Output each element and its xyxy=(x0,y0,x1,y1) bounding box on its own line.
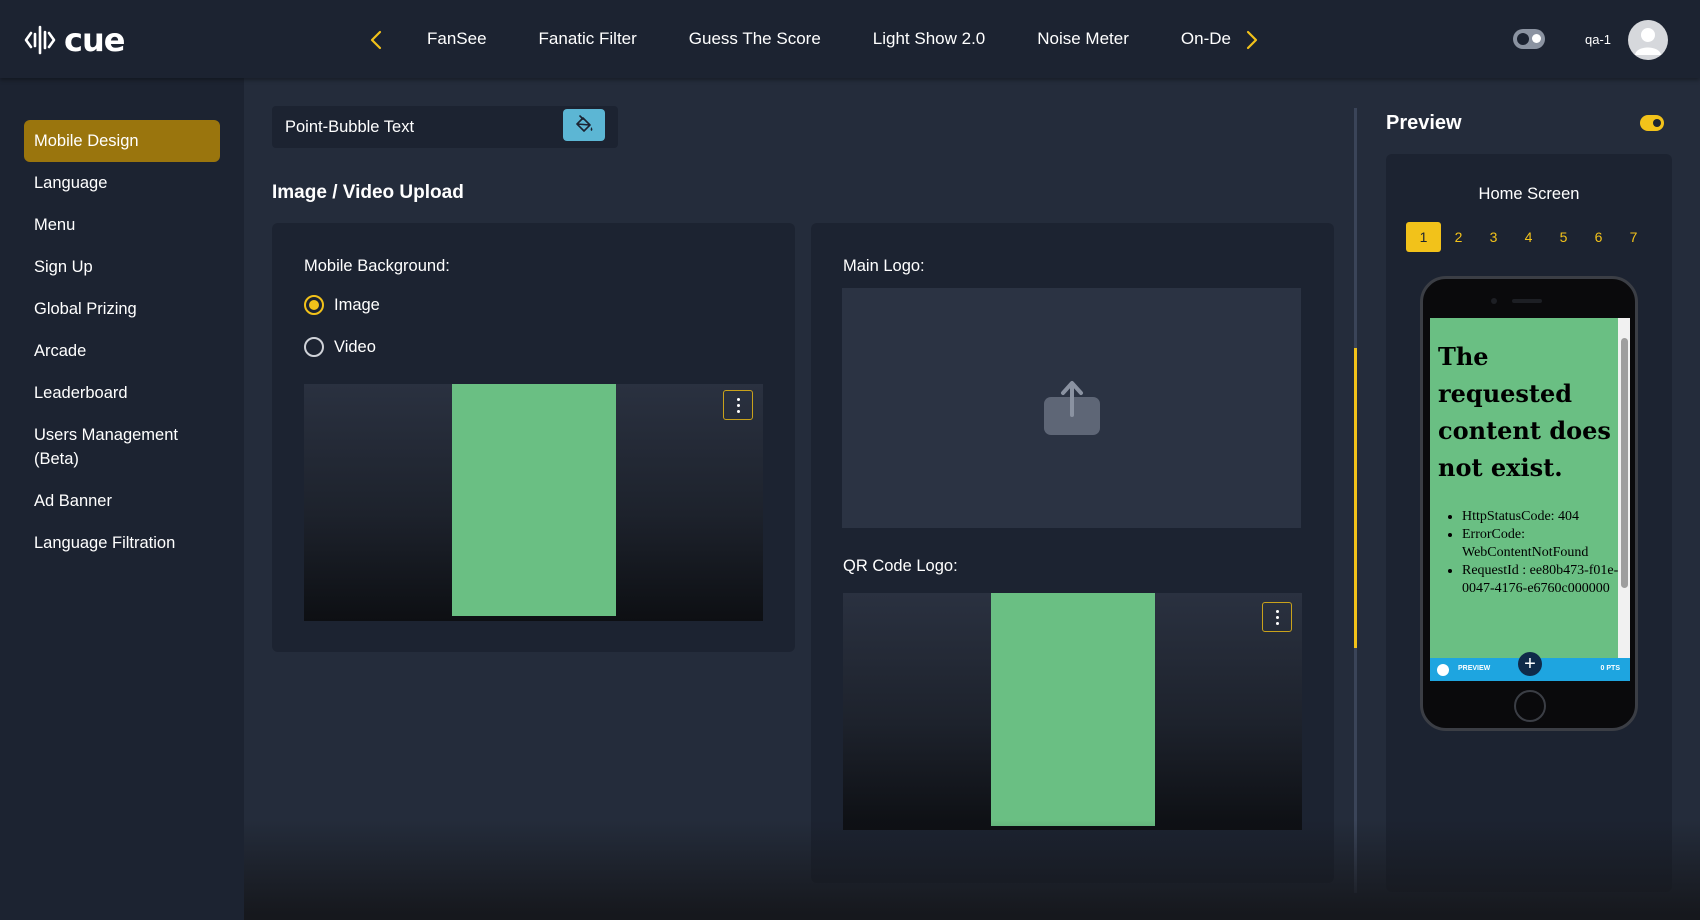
nav-next-button[interactable] xyxy=(1242,28,1262,52)
radio-video-label: Video xyxy=(334,337,376,356)
nav-item-fansee[interactable]: FanSee xyxy=(427,29,487,49)
radio-image-indicator xyxy=(304,295,324,315)
more-vertical-icon[interactable] xyxy=(1262,602,1292,632)
mobile-background-label: Mobile Background: xyxy=(304,257,450,275)
nav-item-light-show[interactable]: Light Show 2.0 xyxy=(873,29,985,49)
nav-item-noise-meter[interactable]: Noise Meter xyxy=(1037,29,1129,49)
app-bar-left-label: PREVIEW xyxy=(1458,665,1491,672)
mobile-background-card: Mobile Background: Image Video xyxy=(272,223,795,652)
preview-page-4[interactable]: 4 xyxy=(1511,222,1546,252)
profile-dot-icon xyxy=(1437,664,1449,676)
app-bar-points: 0 PTS xyxy=(1600,665,1620,672)
background-image-thumbnail xyxy=(452,384,616,616)
upload-icon xyxy=(1043,381,1100,435)
nav-prev-button[interactable] xyxy=(366,28,386,52)
nav-item-guess-the-score[interactable]: Guess The Score xyxy=(689,29,821,49)
preview-page-5[interactable]: 5 xyxy=(1546,222,1581,252)
top-bar: cue FanSee Fanatic Filter Guess The Scor… xyxy=(0,0,1700,78)
preview-page-3[interactable]: 3 xyxy=(1476,222,1511,252)
sidebar: Mobile Design Language Menu Sign Up Glob… xyxy=(0,78,244,920)
error-detail-item: RequestId : ee80b473-f01e-0047-4176-e676… xyxy=(1462,562,1624,598)
sidebar-item-sign-up[interactable]: Sign Up xyxy=(24,255,220,279)
phone-mockup: The requested content does not exist. Ht… xyxy=(1420,276,1638,731)
radio-video-indicator xyxy=(304,337,324,357)
chevron-left-icon xyxy=(370,30,382,50)
sidebar-item-arcade[interactable]: Arcade xyxy=(24,339,220,363)
plus-icon[interactable]: + xyxy=(1518,652,1542,676)
preview-page-1[interactable]: 1 xyxy=(1406,222,1441,252)
phone-camera xyxy=(1491,298,1497,304)
content-scroll-thumb[interactable] xyxy=(1354,348,1357,648)
preview-toggle-knob xyxy=(1653,119,1661,127)
radio-image[interactable]: Image xyxy=(304,295,380,315)
sound-wave-icon xyxy=(24,25,56,55)
nav-item-on-demand[interactable]: On-Demand xyxy=(1181,29,1232,49)
error-detail-item: ErrorCode: WebContentNotFound xyxy=(1462,526,1624,562)
preview-page-selector: 1 2 3 4 5 6 7 xyxy=(1406,222,1651,252)
preview-panel: Home Screen 1 2 3 4 5 6 7 The requested … xyxy=(1386,154,1672,892)
mobile-background-preview xyxy=(304,384,763,621)
more-vertical-icon[interactable] xyxy=(723,390,753,420)
avatar-silhouette xyxy=(1635,28,1661,55)
phone-speaker xyxy=(1512,299,1542,303)
theme-toggle-icon[interactable] xyxy=(1513,29,1545,49)
sidebar-item-leaderboard[interactable]: Leaderboard xyxy=(24,381,220,405)
sidebar-item-users-management[interactable]: Users Management (Beta) xyxy=(24,423,204,471)
logos-card: Main Logo: QR Code Logo: xyxy=(811,223,1334,883)
preview-page-6[interactable]: 6 xyxy=(1581,222,1616,252)
qr-code-logo-label: QR Code Logo: xyxy=(843,557,958,575)
point-bubble-text-row: Point-Bubble Text xyxy=(272,106,618,148)
phone-screen: The requested content does not exist. Ht… xyxy=(1430,318,1630,681)
error-heading: The requested content does not exist. xyxy=(1438,342,1611,482)
main-logo-label: Main Logo: xyxy=(843,257,925,275)
chevron-right-icon xyxy=(1246,30,1258,50)
paint-color-button[interactable] xyxy=(563,109,605,141)
brand-name: cue xyxy=(64,21,125,59)
preview-toggle[interactable] xyxy=(1640,115,1664,131)
preview-title: Preview xyxy=(1386,112,1462,134)
theme-toggle-knob xyxy=(1515,31,1531,47)
preview-page-7[interactable]: 7 xyxy=(1616,222,1651,252)
theme-toggle-dot xyxy=(1532,34,1541,43)
sidebar-item-mobile-design[interactable]: Mobile Design xyxy=(24,120,220,162)
main-logo-upload-area[interactable] xyxy=(842,288,1301,528)
sidebar-item-global-prizing[interactable]: Global Prizing xyxy=(24,297,220,321)
phone-home-button xyxy=(1514,690,1546,722)
sidebar-item-ad-banner[interactable]: Ad Banner xyxy=(24,489,220,513)
cue-logo[interactable]: cue xyxy=(24,21,125,59)
radio-video[interactable]: Video xyxy=(304,337,376,357)
phone-scrollbar[interactable] xyxy=(1618,318,1630,658)
preview-screen-name: Home Screen xyxy=(1478,185,1580,203)
error-detail-item: HttpStatusCode: 404 xyxy=(1462,508,1624,526)
feature-nav: FanSee Fanatic Filter Guess The Score Li… xyxy=(400,0,1232,78)
sidebar-item-language[interactable]: Language xyxy=(24,171,220,195)
nav-item-fanatic-filter[interactable]: Fanatic Filter xyxy=(539,29,637,49)
qr-code-logo-thumbnail xyxy=(991,593,1155,826)
qr-code-logo-preview xyxy=(843,593,1302,830)
sidebar-item-language-filtration[interactable]: Language Filtration xyxy=(24,531,220,555)
phone-scroll-thumb[interactable] xyxy=(1621,338,1628,588)
error-details: HttpStatusCode: 404 ErrorCode: WebConten… xyxy=(1454,508,1624,598)
paint-bucket-icon xyxy=(576,115,593,132)
section-title: Image / Video Upload xyxy=(272,182,464,203)
point-bubble-text-label: Point-Bubble Text xyxy=(285,117,415,136)
username: qa-1 xyxy=(1585,32,1612,47)
preview-page-2[interactable]: 2 xyxy=(1441,222,1476,252)
user-avatar-icon[interactable] xyxy=(1628,20,1668,60)
radio-image-label: Image xyxy=(334,295,380,314)
sidebar-item-menu[interactable]: Menu xyxy=(24,213,220,237)
